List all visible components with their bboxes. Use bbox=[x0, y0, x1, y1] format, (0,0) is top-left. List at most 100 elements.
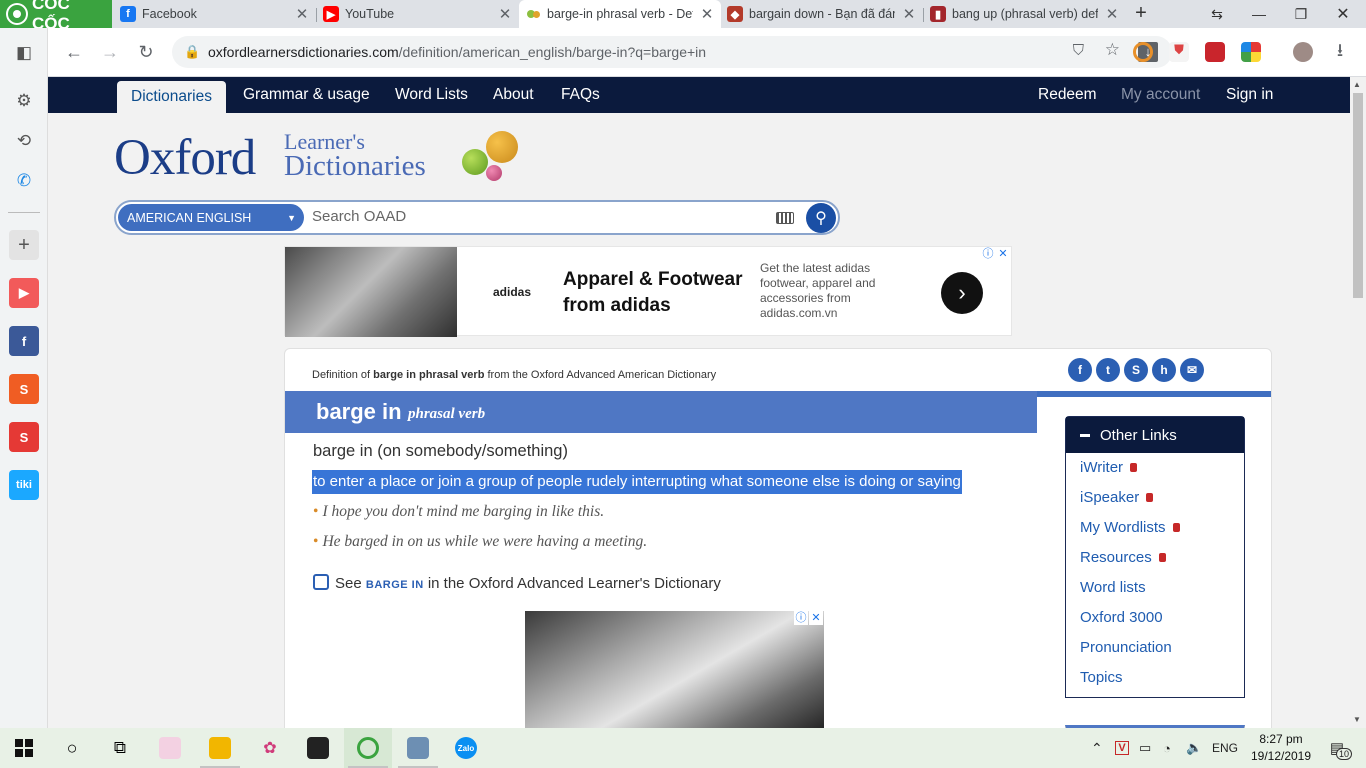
profile-avatar[interactable] bbox=[1293, 42, 1313, 62]
action-center-button[interactable]: ▤ 10 bbox=[1322, 728, 1353, 768]
back-icon[interactable]: ← bbox=[58, 28, 90, 77]
video-ad[interactable]: ⓘ ✕ bbox=[525, 611, 824, 728]
nav-redeem[interactable]: Redeem bbox=[1024, 77, 1111, 113]
other-link-iwriter[interactable]: iWriter bbox=[1080, 459, 1138, 476]
taskbar-app-tools[interactable] bbox=[394, 728, 442, 768]
start-button[interactable] bbox=[0, 728, 48, 768]
tab-bang-up[interactable]: ▮ bang up (phrasal verb) defi ✕ bbox=[924, 0, 1126, 28]
battery-icon[interactable]: ▭ bbox=[1139, 728, 1151, 768]
wifi-icon[interactable]: ◔ bbox=[1163, 728, 1171, 768]
close-tab-icon[interactable]: ✕ bbox=[497, 5, 513, 23]
keyboard-icon[interactable] bbox=[776, 212, 794, 224]
scroll-down-icon[interactable]: ▼ bbox=[1353, 715, 1361, 724]
other-link-topics[interactable]: Topics bbox=[1080, 669, 1123, 686]
nav-about[interactable]: About bbox=[479, 77, 548, 113]
address-bar[interactable]: 🔒 oxfordlearnersdictionaries.com/definit… bbox=[172, 36, 1172, 68]
definition-text[interactable]: to enter a place or join a group of peop… bbox=[312, 470, 962, 494]
close-tab-icon[interactable]: ✕ bbox=[294, 5, 310, 23]
nav-faqs[interactable]: FAQs bbox=[547, 77, 614, 113]
taskbar-app-paint[interactable]: ✿ bbox=[246, 728, 294, 768]
other-link-word-lists[interactable]: Word lists bbox=[1080, 579, 1146, 596]
settings-icon[interactable]: ⚙ bbox=[9, 86, 39, 116]
clock[interactable]: 8:27 pm 19/12/2019 bbox=[1245, 731, 1317, 765]
coccoc-extension-icon[interactable] bbox=[1133, 42, 1153, 62]
volume-icon[interactable]: 🔈 bbox=[1186, 728, 1202, 768]
page-scrollbar[interactable]: ▲ ▼ bbox=[1350, 77, 1366, 728]
hi5-share-icon[interactable]: h bbox=[1152, 358, 1176, 382]
taskbar-zalo[interactable]: Zalo bbox=[442, 728, 490, 768]
ad-arrow-button[interactable]: › bbox=[941, 272, 983, 314]
close-window-icon[interactable]: ✕ bbox=[1322, 0, 1364, 28]
reload-icon[interactable]: ↻ bbox=[130, 28, 162, 77]
scroll-up-icon[interactable]: ▲ bbox=[1353, 80, 1361, 89]
nav-dictionaries[interactable]: Dictionaries bbox=[117, 81, 226, 113]
add-app-icon[interactable]: + bbox=[9, 230, 39, 260]
other-link-my-wordlists[interactable]: My Wordlists bbox=[1080, 519, 1180, 536]
taskbar-app-translate[interactable] bbox=[146, 728, 194, 768]
taskbar-app-notes[interactable] bbox=[294, 728, 342, 768]
facebook-app-icon[interactable]: f bbox=[9, 326, 39, 356]
youtube-app-icon[interactable]: ▶ bbox=[9, 278, 39, 308]
stumbleupon-share-icon[interactable]: S bbox=[1124, 358, 1148, 382]
taskbar-coccoc[interactable] bbox=[344, 728, 392, 768]
logo-ball-icon bbox=[486, 131, 518, 163]
twitter-share-icon[interactable]: t bbox=[1096, 358, 1120, 382]
nav-sign-in[interactable]: Sign in bbox=[1212, 77, 1287, 113]
tab-barge-in[interactable]: barge-in phrasal verb - Defi ✕ bbox=[519, 0, 721, 28]
forward-icon[interactable]: → bbox=[94, 28, 126, 77]
history-icon[interactable]: ⟲ bbox=[9, 126, 39, 156]
adblock-icon[interactable]: ⛊ bbox=[1169, 42, 1189, 62]
nav-grammar[interactable]: Grammar & usage bbox=[229, 77, 384, 113]
email-share-icon[interactable]: ✉ bbox=[1180, 358, 1204, 382]
search-button[interactable]: ⚲ bbox=[806, 203, 836, 233]
extension-color-icon[interactable] bbox=[1241, 42, 1261, 62]
tab-title: barge-in phrasal verb - Defi bbox=[547, 7, 693, 21]
taskbar-file-explorer[interactable] bbox=[196, 728, 244, 768]
shopee-app-icon[interactable]: S bbox=[9, 374, 39, 404]
search-input[interactable]: Search OAAD bbox=[312, 208, 406, 225]
other-links-header[interactable]: Other Links bbox=[1066, 417, 1244, 453]
extension-red-icon[interactable] bbox=[1205, 42, 1225, 62]
sidebar-toggle-icon[interactable]: ◧ bbox=[9, 38, 39, 68]
tab-bargain-down[interactable]: ◆ bargain down - Bạn đã đánh ✕ bbox=[721, 0, 923, 28]
dictionary-select[interactable]: AMERICAN ENGLISH ▼ bbox=[118, 204, 304, 231]
coccoc-menu-button[interactable]: CỐC CỐC bbox=[0, 0, 112, 33]
adidas-banner-ad[interactable]: adidas Apparel & Footwear from adidas Ge… bbox=[284, 246, 1012, 337]
close-tab-icon[interactable]: ✕ bbox=[1104, 5, 1120, 23]
facebook-share-icon[interactable]: f bbox=[1068, 358, 1092, 382]
other-link-pronunciation[interactable]: Pronunciation bbox=[1080, 639, 1172, 656]
site-logo[interactable]: Oxford Learner's Dictionaries bbox=[114, 129, 554, 199]
restore-icon[interactable]: ❐ bbox=[1280, 0, 1322, 28]
minimize-icon[interactable]: — bbox=[1238, 0, 1280, 28]
bookmark-star-icon[interactable]: ☆ bbox=[1105, 40, 1120, 60]
scrollbar-thumb[interactable] bbox=[1353, 93, 1363, 298]
messenger-icon[interactable]: ✆ bbox=[9, 166, 39, 196]
shield-icon[interactable]: ⛉ bbox=[1073, 42, 1084, 59]
ad-info-icon[interactable]: ⓘ bbox=[794, 611, 808, 625]
show-hidden-icons[interactable]: ⌃ bbox=[1091, 728, 1103, 768]
close-tab-icon[interactable]: ✕ bbox=[699, 5, 715, 23]
tiki-app-icon[interactable]: tiki bbox=[9, 470, 39, 500]
downloads-icon[interactable]: ⭳ bbox=[1324, 28, 1356, 77]
task-view-icon[interactable]: ⧉ bbox=[96, 728, 144, 768]
other-link-ispeaker[interactable]: iSpeaker bbox=[1080, 489, 1154, 506]
other-link-resources[interactable]: Resources bbox=[1080, 549, 1166, 566]
tab-search-icon[interactable]: ⇆ bbox=[1196, 0, 1238, 28]
see-also-link[interactable]: See barge in in the Oxford Advanced Lear… bbox=[313, 574, 721, 592]
ad-close-icon[interactable]: ✕ bbox=[996, 247, 1010, 261]
search-circle-icon[interactable]: ○ bbox=[48, 728, 96, 768]
ad-info-icon[interactable]: ⓘ bbox=[981, 247, 995, 261]
tab-youtube[interactable]: ▶ YouTube ✕ bbox=[317, 0, 519, 28]
ad-close-icon[interactable]: ✕ bbox=[809, 611, 823, 625]
web-page: Dictionaries Grammar & usage Word Lists … bbox=[48, 77, 1350, 728]
logo-ball-icon bbox=[462, 149, 488, 175]
close-tab-icon[interactable]: ✕ bbox=[901, 5, 917, 23]
other-link-oxford-3000[interactable]: Oxford 3000 bbox=[1080, 609, 1163, 626]
nav-my-account[interactable]: My account bbox=[1107, 77, 1214, 113]
sendo-app-icon[interactable]: S bbox=[9, 422, 39, 452]
language-indicator[interactable]: ENG bbox=[1212, 728, 1238, 768]
nav-word-lists[interactable]: Word Lists bbox=[381, 77, 482, 113]
vietkey-icon[interactable]: V bbox=[1113, 728, 1131, 768]
tab-facebook[interactable]: f Facebook ✕ bbox=[114, 0, 316, 28]
new-tab-icon[interactable]: + bbox=[1130, 2, 1152, 26]
